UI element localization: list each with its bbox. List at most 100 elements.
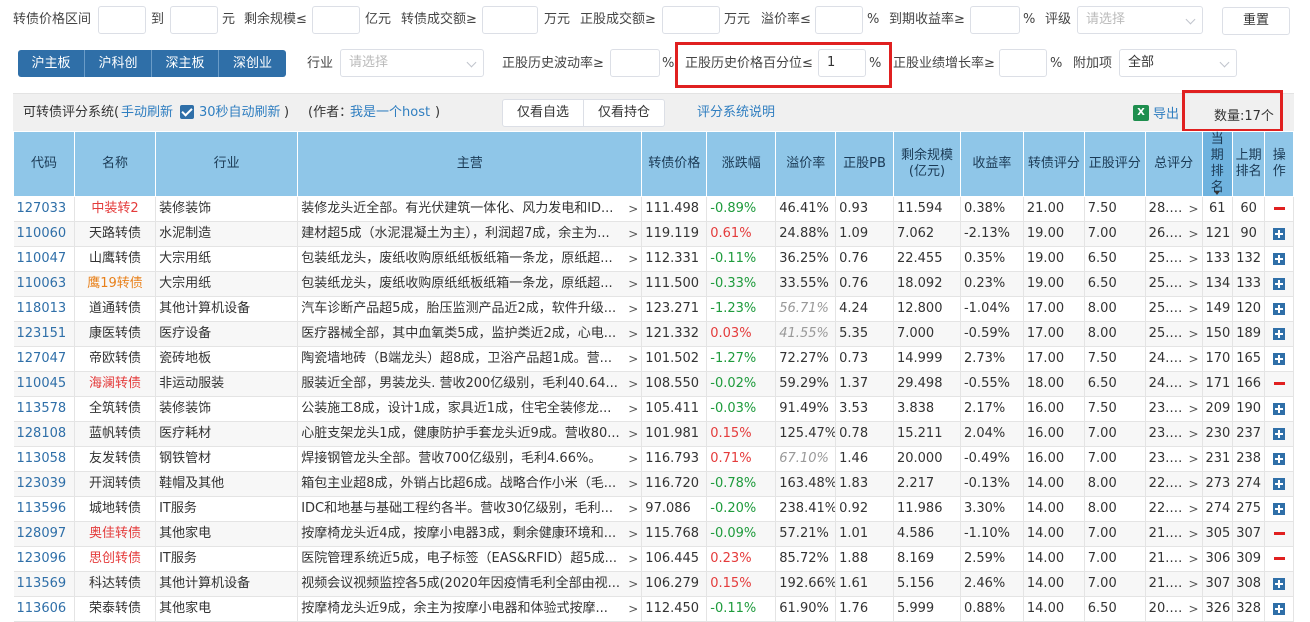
chevron-right-icon[interactable]: > <box>625 297 638 321</box>
col-header-yield[interactable]: 收益率 <box>959 131 1024 197</box>
cell-code[interactable]: 123096 <box>13 546 75 572</box>
add-icon[interactable] <box>1273 502 1286 515</box>
cell-total[interactable]: 23.00 > <box>1145 446 1203 472</box>
cell-total[interactable]: 25.50 > <box>1145 271 1203 297</box>
cell-main[interactable]: 装修龙头近全部。有光伏建筑一体化、风力发电和ID... > <box>297 196 643 222</box>
cell-total[interactable]: 24.50 > <box>1145 371 1203 397</box>
cell-code[interactable]: 123151 <box>13 321 75 347</box>
col-header-premium[interactable]: 溢价率 <box>775 131 837 197</box>
cell-code[interactable]: 113578 <box>13 396 75 422</box>
chevron-right-icon[interactable]: > <box>625 272 638 296</box>
cell-name[interactable]: 蓝帆转债 <box>74 421 157 447</box>
market-sh-main-button[interactable]: 沪主板 <box>18 50 85 77</box>
cell-main[interactable]: 视频会议视频监控各5成(2020年因疫情毛利全部由视... > <box>297 571 643 597</box>
chevron-right-icon[interactable]: > <box>1185 197 1198 221</box>
cell-total[interactable]: 22.00 > <box>1145 471 1203 497</box>
add-icon[interactable] <box>1273 452 1286 465</box>
cell-code[interactable]: 110063 <box>13 271 75 297</box>
add-icon[interactable] <box>1273 477 1286 490</box>
cell-code[interactable]: 113596 <box>13 496 75 522</box>
chevron-right-icon[interactable]: > <box>625 547 638 571</box>
add-icon[interactable] <box>1273 427 1286 440</box>
table-row[interactable]: 123096 思创转债 IT服务 医院管理系统近5成，电子标签（EAS&RFID）超5… <box>13 546 1294 572</box>
add-icon[interactable] <box>1273 302 1286 315</box>
chevron-right-icon[interactable]: > <box>1185 597 1198 621</box>
chevron-right-icon[interactable]: > <box>1185 422 1198 446</box>
cell-name[interactable]: 鹰19转债 <box>74 271 157 297</box>
add-icon[interactable] <box>1273 327 1286 340</box>
cell-code[interactable]: 113569 <box>13 571 75 597</box>
remove-icon[interactable] <box>1273 382 1285 385</box>
ytm-input[interactable] <box>970 6 1020 34</box>
author-link[interactable]: 我是一个host <box>350 105 430 121</box>
industry-select[interactable]: 请选择 <box>340 49 484 77</box>
cell-main[interactable]: 焊接钢管龙头全部。营收700亿级别，毛利4.66%。 > <box>297 446 643 472</box>
cell-total[interactable]: 21.00 > <box>1145 521 1203 547</box>
cell-total[interactable]: 21.00 > <box>1145 546 1203 572</box>
cell-name[interactable]: 科达转债 <box>74 571 157 597</box>
cell-name[interactable]: 海澜转债 <box>74 371 157 397</box>
cell-code[interactable]: 123039 <box>13 471 75 497</box>
col-header-name[interactable]: 名称 <box>73 131 157 197</box>
chevron-right-icon[interactable]: > <box>1185 222 1198 246</box>
cell-code[interactable]: 110045 <box>13 371 75 397</box>
cell-main[interactable]: 陶瓷墙地砖（B端龙头）超8成，卫浴产品超1成。营... > <box>297 346 643 372</box>
chevron-right-icon[interactable]: > <box>1185 247 1198 271</box>
only-watchlist-button[interactable]: 仅看自选 <box>503 100 585 126</box>
cell-total[interactable]: 25.50 > <box>1145 246 1203 272</box>
chevron-right-icon[interactable]: > <box>1185 372 1198 396</box>
extra-select[interactable]: 全部 <box>1119 49 1237 77</box>
cell-name[interactable]: 道通转债 <box>74 296 157 322</box>
cell-code[interactable]: 110060 <box>13 221 75 247</box>
cell-code[interactable]: 127047 <box>13 346 75 372</box>
price-max-input[interactable] <box>170 6 218 34</box>
table-row[interactable]: 128097 奥佳转债 其他家电 按摩椅龙头近4成，按摩小电器3成，剩余健康环境和..… <box>13 521 1294 547</box>
cell-name[interactable]: 开润转债 <box>74 471 157 497</box>
cell-main[interactable]: 建材超5成（水泥混凝土为主），利润超7成，余主为... > <box>297 221 643 247</box>
cell-main[interactable]: 医疗器械全部，其中血氧类5成，监护类近2成，心电... > <box>297 321 643 347</box>
chevron-right-icon[interactable]: > <box>625 197 638 221</box>
table-row[interactable]: 127033 中装转2 装修装饰 装修龙头近全部。有光伏建筑一体化、风力发电和ID..… <box>13 196 1294 222</box>
add-icon[interactable] <box>1273 577 1286 590</box>
col-header-code[interactable]: 代码 <box>13 131 75 197</box>
cell-name[interactable]: 思创转债 <box>74 546 157 572</box>
cell-main[interactable]: 公装施工8成，设计1成，家具近1成，住宅全装修龙... > <box>297 396 643 422</box>
cell-main[interactable]: 包装纸龙头，废纸收购原纸纸板纸箱一条龙，原纸超... > <box>297 271 643 297</box>
cell-main[interactable]: 服装近全部，男装龙头. 营收200亿级别，毛利40.64... > <box>297 371 643 397</box>
table-row[interactable]: 127047 帝欧转债 瓷砖地板 陶瓷墙地砖（B端龙头）超8成，卫浴产品超1成。营..… <box>13 346 1294 372</box>
cell-code[interactable]: 113058 <box>13 446 75 472</box>
col-header-prev-rank[interactable]: 上期排名 <box>1231 131 1266 197</box>
cell-name[interactable]: 城地转债 <box>74 496 157 522</box>
cell-main[interactable]: 心脏支架龙头1成，健康防护手套龙头近9成。营收80... > <box>297 421 643 447</box>
remaining-scale-input[interactable] <box>312 6 360 34</box>
chevron-right-icon[interactable]: > <box>625 522 638 546</box>
chevron-right-icon[interactable]: > <box>625 372 638 396</box>
market-sh-star-button[interactable]: 沪科创 <box>85 50 152 77</box>
score-explain-link[interactable]: 评分系统说明 <box>697 105 775 121</box>
cell-name[interactable]: 友发转债 <box>74 446 157 472</box>
cell-code[interactable]: 127033 <box>13 196 75 222</box>
table-row[interactable]: 113596 城地转债 IT服务 IDC和地基与基础工程约各半。营收30亿级别，毛利.… <box>13 496 1294 522</box>
col-header-rank[interactable]: 当期排名 <box>1201 131 1233 197</box>
price-min-input[interactable] <box>98 6 146 34</box>
manual-refresh-link[interactable]: 手动刷新 <box>121 105 173 121</box>
cell-total[interactable]: 28.50 > <box>1145 196 1203 222</box>
col-header-stock-score[interactable]: 正股评分 <box>1083 131 1146 197</box>
chevron-right-icon[interactable]: > <box>625 422 638 446</box>
col-header-price[interactable]: 转债价格 <box>641 131 708 197</box>
chevron-right-icon[interactable]: > <box>1185 522 1198 546</box>
cell-name[interactable]: 全筑转债 <box>74 396 157 422</box>
add-icon[interactable] <box>1273 252 1286 265</box>
chevron-right-icon[interactable]: > <box>1185 472 1198 496</box>
rating-select[interactable]: 请选择 <box>1077 6 1203 34</box>
col-header-pb[interactable]: 正股PB <box>835 131 894 197</box>
chevron-right-icon[interactable]: > <box>625 497 638 521</box>
cell-total[interactable]: 23.00 > <box>1145 421 1203 447</box>
table-row[interactable]: 123039 开润转债 鞋帽及其他 箱包主业超8成，外销占比超6成。战略合作小米（毛.… <box>13 471 1294 497</box>
cell-code[interactable]: 128097 <box>13 521 75 547</box>
table-row[interactable]: 113578 全筑转债 装修装饰 公装施工8成，设计1成，家具近1成，住宅全装修龙..… <box>13 396 1294 422</box>
add-icon[interactable] <box>1273 402 1286 415</box>
reset-button[interactable]: 重置 <box>1222 7 1290 35</box>
cell-main[interactable]: 箱包主业超8成，外销占比超6成。战略合作小米（毛... > <box>297 471 643 497</box>
table-row[interactable]: 110045 海澜转债 非运动服装 服装近全部，男装龙头. 营收200亿级别，毛利40… <box>13 371 1294 397</box>
